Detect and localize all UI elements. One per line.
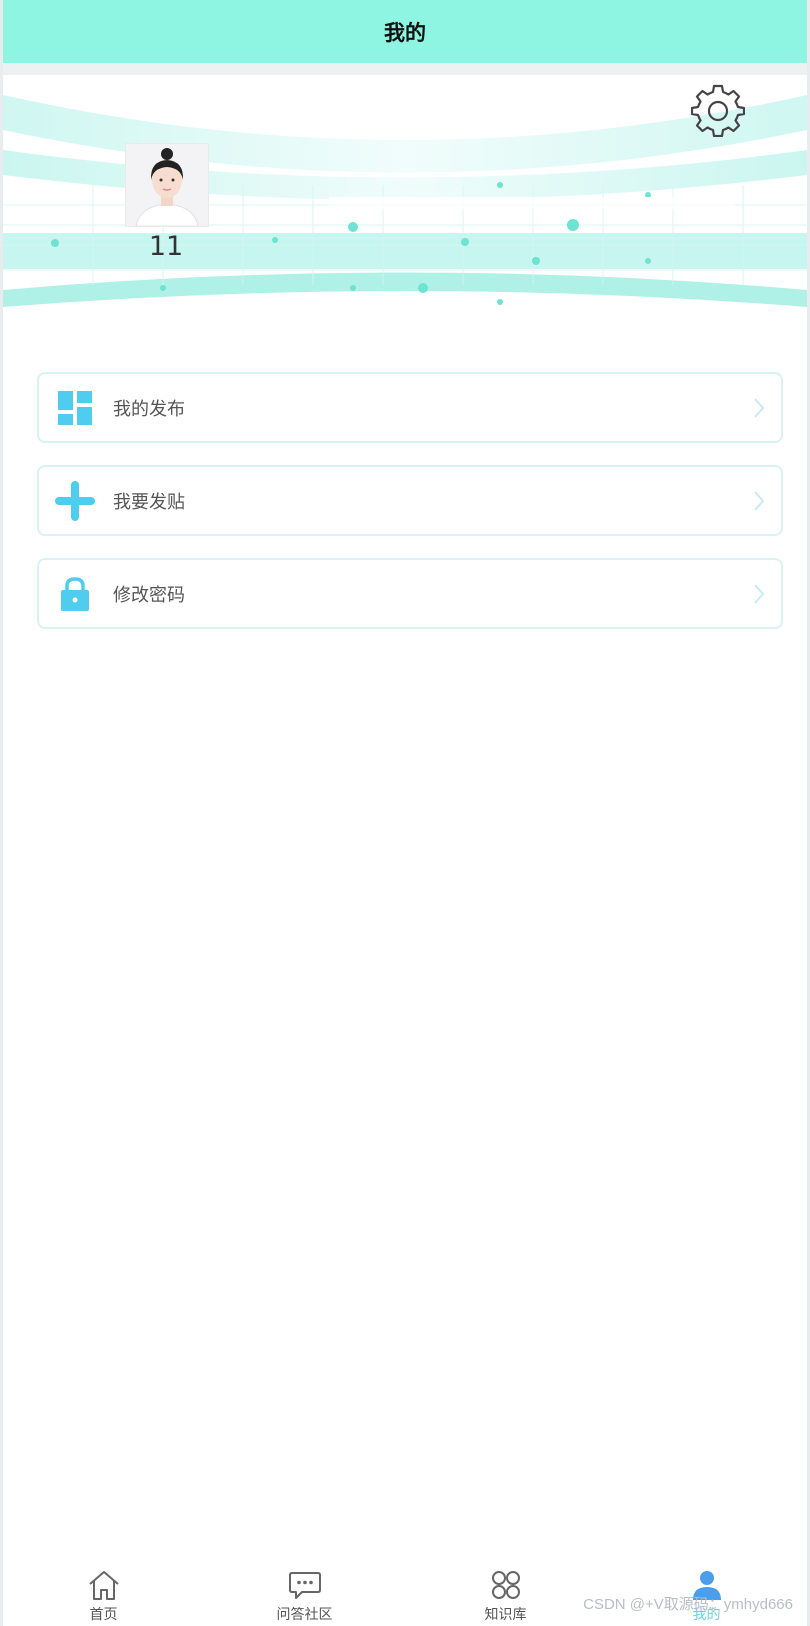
- home-icon: [85, 1568, 123, 1602]
- top-bar: 我的: [3, 0, 807, 63]
- grid-icon: [55, 388, 95, 428]
- watermark: CSDN @+V取源码：ymhyd666: [583, 1596, 793, 1613]
- chat-icon: [286, 1568, 324, 1602]
- header-divider: [3, 63, 807, 75]
- profile-banner: 11: [3, 75, 807, 323]
- tab-community[interactable]: 问答社区: [204, 1560, 405, 1626]
- gear-icon[interactable]: [691, 83, 745, 137]
- menu-item-label: 我的发布: [113, 398, 185, 420]
- lock-icon: [55, 574, 95, 614]
- plus-icon: [55, 480, 95, 521]
- menu-item-my-posts[interactable]: 我的发布: [37, 372, 783, 443]
- menu-item-change-password[interactable]: 修改密码: [37, 558, 783, 629]
- chevron-right-icon: [754, 584, 765, 604]
- tab-label: 首页: [89, 1607, 118, 1623]
- knowledge-icon: [487, 1568, 525, 1602]
- chevron-right-icon: [754, 491, 765, 511]
- menu-item-label: 修改密码: [113, 584, 185, 606]
- page-title: 我的: [384, 20, 426, 45]
- chevron-right-icon: [754, 398, 765, 418]
- avatar-photo: [126, 144, 208, 226]
- menu-item-label: 我要发贴: [113, 491, 185, 513]
- tab-label: 问答社区: [276, 1607, 333, 1623]
- tab-home[interactable]: 首页: [3, 1560, 204, 1626]
- banner-highlight: [329, 197, 735, 209]
- tab-label: 知识库: [484, 1607, 527, 1623]
- menu-list: 我的发布 我要发贴 修改密码: [37, 372, 783, 651]
- menu-item-new-post[interactable]: 我要发贴: [37, 465, 783, 536]
- avatar[interactable]: [125, 143, 209, 227]
- username: 11: [148, 231, 184, 262]
- app-screen: 我的 11 我的发布 我要发贴 修改密码 首页 问答社区 知识库 我的 CSDN…: [0, 0, 810, 1626]
- tab-knowledge[interactable]: 知识库: [405, 1560, 606, 1626]
